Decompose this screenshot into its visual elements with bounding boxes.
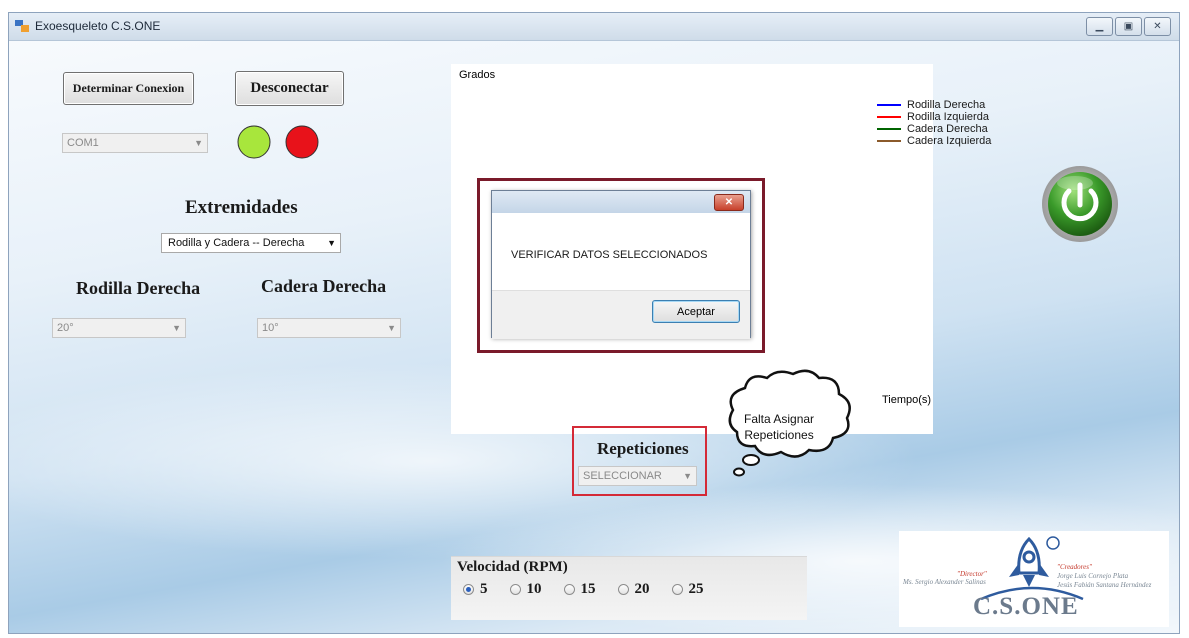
power-icon[interactable] bbox=[1041, 165, 1119, 243]
velocidad-radio-15[interactable]: 15 bbox=[563, 581, 596, 598]
close-icon: ✕ bbox=[724, 197, 734, 208]
window-title: Exoesqueleto C.S.ONE bbox=[35, 19, 161, 33]
disconnected-indicator bbox=[285, 125, 319, 159]
cadera-degrees-select[interactable]: 10° ▼ bbox=[257, 318, 401, 338]
close-button[interactable]: ✕ bbox=[1144, 17, 1171, 36]
legend-item: Rodilla Derecha bbox=[877, 99, 991, 111]
chevron-down-icon: ▼ bbox=[683, 471, 692, 481]
brand-name: C.S.ONE bbox=[973, 593, 1079, 620]
close-icon: ✕ bbox=[1153, 21, 1162, 32]
director-name: Ms. Sergio Alexander Salinas bbox=[903, 578, 986, 586]
desconectar-button[interactable]: Desconectar bbox=[235, 71, 344, 106]
connected-indicator bbox=[237, 125, 271, 159]
repeticiones-select[interactable]: SELECCIONAR ▼ bbox=[578, 466, 697, 486]
repeticiones-label: Repeticiones bbox=[597, 439, 689, 458]
creators-title: "Creadores" bbox=[1057, 563, 1092, 571]
legend-item: Cadera Derecha bbox=[877, 123, 991, 135]
cs-one-logo: "Director" Ms. Sergio Alexander Salinas … bbox=[899, 531, 1169, 627]
chevron-down-icon: ▼ bbox=[387, 323, 396, 333]
callout-text: Falta Asignar Repeticiones bbox=[744, 412, 815, 442]
velocidad-radio-25[interactable]: 25 bbox=[671, 581, 704, 598]
chart-y-axis-label: Grados bbox=[459, 69, 496, 81]
dialog-message: VERIFICAR DATOS SELECCIONADOS bbox=[511, 249, 708, 261]
velocidad-label: Velocidad (RPM) bbox=[457, 559, 568, 575]
main-client-area: Determinar Conexion Desconectar COM1 ▼ E… bbox=[9, 41, 1179, 633]
rodilla-degrees-select[interactable]: 20° ▼ bbox=[52, 318, 186, 338]
minimize-button[interactable]: ▁ bbox=[1086, 17, 1113, 36]
legend-item: Cadera Izquierda bbox=[877, 135, 991, 147]
creator-name: Jorge Luis Cornejo Plata bbox=[1057, 572, 1129, 580]
extremidades-select[interactable]: Rodilla y Cadera -- Derecha ▼ bbox=[161, 233, 341, 253]
dialog-close-button[interactable]: ✕ bbox=[714, 194, 744, 211]
chevron-down-icon: ▼ bbox=[194, 138, 203, 148]
app-window: Exoesqueleto C.S.ONE ▁ ▣ ✕ Determinar Co… bbox=[8, 12, 1180, 634]
velocidad-group: Velocidad (RPM) 5 10 15 20 25 bbox=[451, 556, 807, 620]
cadera-derecha-label: Cadera Derecha bbox=[261, 276, 387, 296]
maximize-icon: ▣ bbox=[1123, 21, 1134, 32]
chart-x-axis-label: Tiempo(s) bbox=[882, 394, 932, 406]
chevron-down-icon: ▼ bbox=[327, 238, 336, 248]
message-dialog: ✕ VERIFICAR DATOS SELECCIONADOS Aceptar bbox=[491, 190, 751, 339]
legend-item: Rodilla Izquierda bbox=[877, 111, 991, 123]
determinar-conexion-button[interactable]: Determinar Conexion bbox=[63, 72, 194, 105]
com-port-select[interactable]: COM1 ▼ bbox=[62, 133, 208, 153]
velocidad-radio-5[interactable]: 5 bbox=[463, 581, 488, 598]
dialog-title-bar: ✕ bbox=[492, 191, 750, 213]
chart-legend: Rodilla Derecha Rodilla Izquierda Cadera… bbox=[877, 99, 991, 147]
title-bar: Exoesqueleto C.S.ONE ▁ ▣ ✕ bbox=[9, 13, 1179, 41]
aceptar-button[interactable]: Aceptar bbox=[652, 300, 740, 323]
velocidad-radio-10[interactable]: 10 bbox=[509, 581, 542, 598]
director-title: "Director" bbox=[957, 570, 987, 578]
minimize-icon: ▁ bbox=[1095, 21, 1104, 32]
maximize-button[interactable]: ▣ bbox=[1115, 17, 1142, 36]
chevron-down-icon: ▼ bbox=[172, 323, 181, 333]
velocidad-radio-20[interactable]: 20 bbox=[617, 581, 650, 598]
app-icon bbox=[15, 20, 29, 32]
rodilla-derecha-label: Rodilla Derecha bbox=[76, 278, 201, 298]
velocidad-options: 5 10 15 20 25 bbox=[463, 581, 726, 598]
extremidades-label: Extremidades bbox=[185, 197, 298, 218]
